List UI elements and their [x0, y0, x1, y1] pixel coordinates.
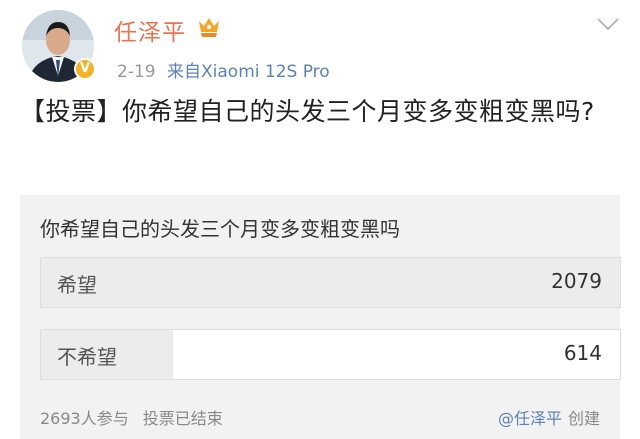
poll-creator-info: @任泽平 创建: [498, 405, 600, 429]
poll-footer-stats: 2693人参与 投票已结束: [40, 405, 223, 429]
chevron-down-icon[interactable]: [596, 17, 620, 31]
post-meta: 2-19 来自Xiaomi 12S Pro: [117, 57, 330, 82]
post-source[interactable]: 来自Xiaomi 12S Pro: [167, 62, 330, 82]
post-time: 2-19: [117, 62, 156, 82]
poll-option-1-count: 2079: [551, 269, 602, 293]
poll-status: 投票已结束: [142, 409, 223, 428]
poll-option-1-bar: [41, 258, 620, 307]
crown-badge-icon: [199, 18, 219, 37]
poll-created-label: 创建: [567, 409, 600, 428]
poll-option-1[interactable]: 希望 2079: [40, 257, 621, 308]
poll-creator-link[interactable]: @任泽平: [498, 409, 562, 428]
poll-question: 你希望自己的头发三个月变多变粗变黑吗: [40, 217, 400, 241]
poll-participants: 2693人参与: [40, 409, 129, 428]
poll-option-1-label: 希望: [57, 273, 97, 297]
poll-option-2[interactable]: 不希望 614: [40, 329, 621, 380]
poll-option-2-count: 614: [563, 341, 602, 365]
poll-card: 你希望自己的头发三个月变多变粗变黑吗 希望 2079 不希望 614 2693人…: [20, 195, 621, 439]
post-text: 【投票】你希望自己的头发三个月变多变粗变黑吗?: [20, 97, 595, 126]
poll-option-2-label: 不希望: [57, 345, 117, 369]
source-device: Xiaomi 12S Pro: [201, 62, 330, 82]
verified-badge-icon: V: [74, 58, 96, 80]
source-prefix: 来自: [167, 62, 201, 82]
username[interactable]: 任泽平: [114, 13, 186, 47]
